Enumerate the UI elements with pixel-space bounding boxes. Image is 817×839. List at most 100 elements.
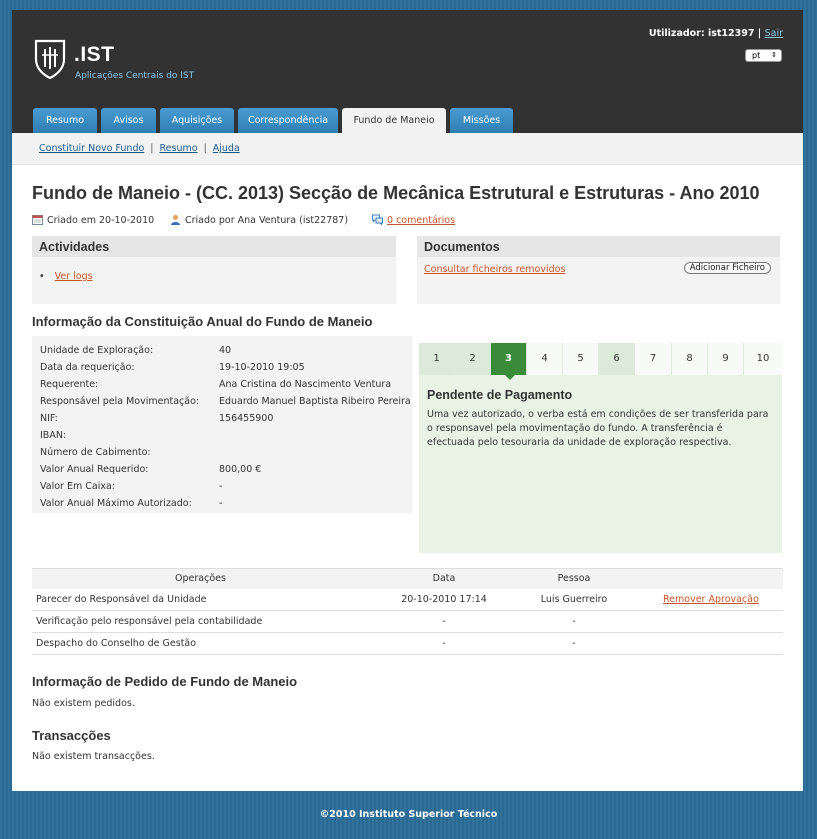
subnav-new-fund[interactable]: Constituir Novo Fundo [39,143,144,154]
info-key: Responsável pela Movimentação: [40,396,200,407]
process-step-8[interactable]: 8 [672,343,708,375]
documents-box: Documentos Consultar ficheiros removidos… [417,236,780,304]
state-description: Uma vez autorizado, o verba está em cond… [427,409,769,448]
info-row: Valor Anual Máximo Autorizado: - [32,495,412,512]
ist-shield-logo-icon[interactable] [34,39,66,79]
info-row: Valor Em Caixa: - [32,478,412,495]
tab-fundo-de-maneio[interactable]: Fundo de Maneio [342,108,446,133]
bullet: • [39,271,45,282]
comments-link[interactable]: 0 comentários [387,215,455,226]
info-row: Data da requerição: 19-10-2010 19:05 [32,359,412,376]
table-row: Despacho do Conselho de Gestão - - [32,632,783,655]
info-row: Valor Anual Requerido: 800,00 € [32,461,412,478]
requests-section-title: Informação de Pedido de Fundo de Maneio [32,674,298,689]
transactions-empty-text: Não existem transacções. [32,751,155,762]
subnav-separator: | [203,143,207,154]
op-person: Luis Guerreiro [519,588,629,611]
op-date: - [369,632,519,655]
info-key: NIF: [40,413,58,424]
page-container: .IST Aplicações Centrais do IST Utilizad… [12,10,803,791]
op-name: Despacho do Conselho de Gestão [32,632,369,655]
subnav-separator: | [150,143,154,154]
transactions-section-title: Transacções [32,728,111,743]
table-row: Verificação pelo responsável pela contab… [32,610,783,633]
info-key: Data da requerição: [40,362,135,373]
info-value: 156455900 [219,413,274,424]
info-row: Requerente: Ana Cristina do Nascimento Ve… [32,376,412,393]
col-actions [629,568,783,589]
state-title: Pendente de Pagamento [427,388,573,402]
info-row: Responsável pela Movimentação: Eduardo Ma… [32,393,412,410]
subnav-help[interactable]: Ajuda [213,143,240,154]
process-step-5[interactable]: 5 [563,343,599,375]
view-logs-link[interactable]: Ver logs [55,271,93,282]
logout-link[interactable]: Sair [765,28,783,39]
op-action [629,610,783,633]
activities-title: Actividades [32,236,396,257]
tab-correspondencia[interactable]: Correspondência [238,108,338,133]
created-on: Criado em 20-10-2010 [32,214,154,226]
info-row: Número de Cabimento: [32,444,412,461]
tab-avisos[interactable]: Avisos [101,108,156,133]
op-action [629,632,783,655]
language-select[interactable]: pt ⇕ [745,49,782,62]
brand-title[interactable]: .IST [74,43,115,67]
table-row: Parecer do Responsável da Unidade 20-10-… [32,588,783,611]
op-name: Verificação pelo responsável pela contab… [32,610,369,633]
op-name: Parecer do Responsável da Unidade [32,588,369,611]
col-date: Data [369,568,519,589]
process-step-4[interactable]: 4 [527,343,563,375]
col-operations: Operações [32,568,369,589]
process-step-2[interactable]: 2 [455,343,491,375]
user-icon [171,215,180,225]
app-header: .IST Aplicações Centrais do IST Utilizad… [12,10,803,133]
info-value: 40 [219,345,232,356]
info-value: - [219,498,223,509]
tab-missoes[interactable]: Missões [450,108,513,133]
col-person: Pessoa [519,568,629,589]
remove-approval-link[interactable]: Remover Aprovação [663,594,759,605]
page-footer: ©2010 Instituto Superior Técnico [319,809,498,820]
add-file-button[interactable]: Adicionar Ficheiro [683,262,771,274]
info-key: Valor Anual Requerido: [40,464,149,475]
tab-resumo[interactable]: Resumo [33,108,97,133]
info-value: 19-10-2010 19:05 [219,362,305,373]
select-arrows-icon: ⇕ [771,51,777,59]
op-date: - [369,610,519,633]
info-key: Requerente: [40,379,99,390]
removed-files-link[interactable]: Consultar ficheiros removidos [424,264,565,275]
process-step-1[interactable]: 1 [419,343,455,375]
info-section-title: Informação da Constituição Anual do Fund… [32,314,373,329]
info-key: Número de Cabimento: [40,447,151,458]
info-key: Valor Anual Máximo Autorizado: [40,498,192,509]
process-step-bar: 1 2 3 4 5 6 7 8 9 10 [419,343,782,380]
process-step-6[interactable]: 6 [599,343,635,375]
activities-list: • Ver logs [39,271,93,282]
info-key: Unidade de Exploração: [40,345,154,356]
process-step-7[interactable]: 7 [635,343,672,375]
op-person: - [519,632,629,655]
user-label: Utilizador: ist12397 [648,28,755,39]
page-title: Fundo de Maneio - (CC. 2013) Secção de M… [32,183,760,203]
info-value: - [219,481,223,492]
sub-navigation: Constituir Novo Fundo | Resumo | Ajuda [12,133,803,165]
tab-aquisicoes[interactable]: Aquisições [160,108,234,133]
info-value: Ana Cristina do Nascimento Ventura [219,379,392,390]
info-row: Unidade de Exploração: 40 [32,342,412,359]
process-step-9[interactable]: 9 [708,343,744,375]
info-row: IBAN: [32,427,412,444]
requests-empty-text: Não existem pedidos. [32,698,135,709]
process-step-10[interactable]: 10 [744,343,782,375]
subnav-summary[interactable]: Resumo [160,143,198,154]
info-key: Valor Em Caixa: [40,481,115,492]
info-key: IBAN: [40,430,67,441]
comments: 0 comentários [372,214,455,226]
process-steps-panel: 1 2 3 4 5 6 7 8 9 10 Pendente de Pagamen… [419,343,782,553]
info-value: Eduardo Manuel Baptista Ribeiro Pereira [219,396,411,407]
info-row: NIF: 156455900 [32,410,412,427]
process-step-3[interactable]: 3 [491,343,527,380]
calendar-icon [32,215,43,225]
language-value: pt [752,51,761,60]
op-person: - [519,610,629,633]
fund-info-panel: Unidade de Exploração: 40 Data da requeri… [32,336,412,513]
